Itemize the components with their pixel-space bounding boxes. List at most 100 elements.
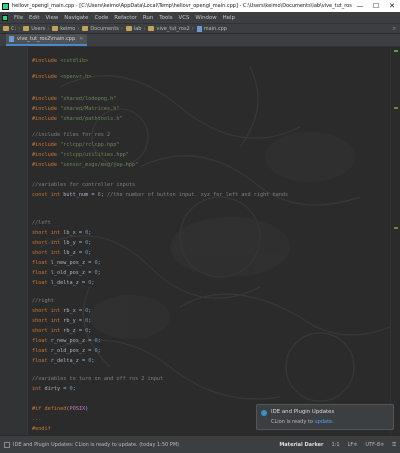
line-number-gutter[interactable]	[0, 47, 28, 435]
code-token: "shared/Matrices.h"	[60, 106, 120, 112]
code-token: short int	[32, 250, 64, 256]
menu-view[interactable]: View	[42, 15, 61, 21]
menu-refactor[interactable]: Refactor	[111, 15, 140, 21]
code-token: ;	[88, 308, 92, 314]
menu-navigate[interactable]: Navigate	[61, 15, 91, 21]
code-line[interactable]: //right	[32, 297, 54, 306]
code-line[interactable]: #include <openvr.h>	[32, 73, 91, 82]
update-link[interactable]: update.	[314, 419, 333, 425]
tab-close-icon[interactable]: ✕	[79, 36, 83, 42]
status-message[interactable]: IDE and Plugin Updates: CLion is ready t…	[13, 442, 275, 448]
code-line[interactable]: float l_new_pos_z = 0;	[32, 259, 101, 268]
code-token: //variables to turn on and off ros 2 inp…	[32, 376, 164, 382]
folder-icon	[52, 26, 59, 31]
tab-main-cpp[interactable]: vive_tut_ros2\main.cpp ✕	[6, 34, 88, 46]
code-token: float	[32, 280, 51, 286]
code-token: l_delta_z =	[50, 280, 89, 286]
code-line[interactable]: const int butt_num = 6; //the number of …	[32, 191, 288, 200]
line-separator[interactable]: LF≑	[344, 442, 362, 448]
status-bar: IDE and Plugin Updates: CLion is ready t…	[0, 435, 400, 453]
title-bar: hellovr_opengl_main.cpp - [C:\Users\keim…	[0, 0, 400, 12]
inspection-ok-indicator[interactable]	[394, 50, 398, 52]
code-content[interactable]: #include <cstdlib> #include <openvr.h> #in…	[32, 47, 388, 435]
code-line[interactable]: #endif	[32, 425, 51, 434]
code-line[interactable]: short int lb_x = 0;	[32, 229, 91, 238]
code-token: r_new_pos_z =	[50, 338, 95, 344]
code-line[interactable]: #include "rclcpp/utilities.hpp"	[32, 151, 129, 160]
code-line[interactable]: //left	[32, 219, 51, 228]
breadcrumb-keimo[interactable]: keimo ›	[49, 26, 79, 32]
menu-edit[interactable]: Edit	[26, 15, 42, 21]
code-token: #include	[32, 58, 61, 64]
code-token: "rclcpp/utilities.hpp"	[60, 152, 129, 158]
code-line[interactable]: float r_old_pos_z = 0;	[32, 347, 101, 356]
code-line[interactable]: #include "shared/pathtools.h"	[32, 115, 123, 124]
code-line[interactable]: short int rb_x = 0;	[32, 307, 91, 316]
code-line[interactable]: //variables for controller inputs	[32, 181, 135, 190]
code-line[interactable]: #if defined(POSIX)	[32, 405, 88, 414]
code-token: <cstdlib>	[60, 58, 89, 64]
code-line[interactable]: short int lb_z = 0;	[32, 249, 91, 258]
breadcrumb-users[interactable]: Users ›	[20, 26, 49, 32]
code-token: ;	[97, 348, 101, 354]
code-token: rb_x =	[63, 308, 86, 314]
code-token: ;	[88, 318, 92, 324]
code-editor[interactable]: #include <cstdlib> #include <openvr.h> #in…	[0, 47, 400, 435]
close-button[interactable]: ✕	[384, 0, 400, 12]
folder-icon	[3, 26, 9, 31]
lock-icon[interactable]: ⚿	[388, 442, 400, 448]
code-line[interactable]: float r_delta_z = 0;	[32, 357, 94, 366]
editor-scrollbar[interactable]	[390, 47, 400, 435]
info-icon	[261, 410, 267, 416]
tool-windows-icon[interactable]	[4, 441, 10, 448]
breadcrumb-documents[interactable]: Documents ›	[79, 26, 123, 32]
code-token: ;	[88, 328, 92, 334]
breadcrumb-drive[interactable]: C: ›	[0, 26, 20, 32]
menu-run[interactable]: Run	[140, 15, 156, 21]
editor-tab-bar: vive_tut_ros2\main.cpp ✕	[0, 34, 400, 47]
warning-marker[interactable]	[394, 107, 398, 109]
code-line[interactable]: //include files for ros 2	[32, 131, 110, 140]
breadcrumb-project[interactable]: vive_tut_ros2 ›	[145, 26, 194, 32]
warning-marker[interactable]	[394, 227, 398, 229]
code-token: #include	[32, 162, 61, 168]
maximize-button[interactable]: ☐	[368, 0, 384, 12]
breadcrumb-lab[interactable]: lab ›	[123, 26, 145, 32]
code-line[interactable]: float r_new_pos_z = 0;	[32, 337, 101, 346]
code-line[interactable]: short int rb_y = 0;	[32, 317, 91, 326]
code-token: rb_y =	[63, 318, 86, 324]
file-encoding[interactable]: UTF-8≑	[361, 442, 388, 448]
code-line[interactable]: #include "shared/Matrices.h"	[32, 105, 119, 114]
cursor-position[interactable]: 1:1	[328, 442, 344, 448]
menu-tools[interactable]: Tools	[156, 15, 175, 21]
breadcrumb-file[interactable]: main.cpp	[194, 25, 227, 32]
code-line[interactable]: #include "sensor_msgs/msg/joy.hpp"	[32, 161, 138, 170]
search-everywhere-icon[interactable]: ⌕	[393, 25, 396, 33]
code-token: //include files for ros 2	[32, 132, 111, 138]
code-line[interactable]: ...	[32, 415, 41, 424]
menu-vcs[interactable]: VCS	[176, 15, 193, 21]
code-line[interactable]: float l_old_pos_z = 0;	[32, 269, 101, 278]
code-line[interactable]: float l_delta_z = 0;	[32, 279, 94, 288]
update-notification[interactable]: IDE and Plugin Updates CLion is ready to…	[256, 404, 394, 430]
code-token: ...	[32, 416, 42, 422]
minimize-button[interactable]: —	[352, 0, 368, 12]
theme-indicator[interactable]: Material Darker	[275, 442, 327, 448]
window-title: hellovr_opengl_main.cpp - [C:\Users\keim…	[12, 3, 352, 9]
menu-help[interactable]: Help	[220, 15, 238, 21]
code-line[interactable]: short int lb_y = 0;	[32, 239, 91, 248]
code-line[interactable]: short int rb_z = 0;	[32, 327, 91, 336]
code-line[interactable]: //variables to turn on and off ros 2 inp…	[32, 375, 163, 384]
menu-window[interactable]: Window	[192, 15, 219, 21]
code-line[interactable]: #include "shared/lodepng.h"	[32, 95, 116, 104]
menu-code[interactable]: Code	[91, 15, 111, 21]
code-token: short int	[32, 308, 64, 314]
code-line[interactable]: #include "rclcpp/rclcpp.hpp"	[32, 141, 119, 150]
menu-file[interactable]: File	[11, 15, 26, 21]
code-token: ;	[97, 260, 101, 266]
code-line[interactable]: int dirty = 0;	[32, 385, 76, 394]
code-token: #include	[32, 106, 61, 112]
code-token: //the number of button input. xyz for le…	[106, 192, 289, 198]
code-line[interactable]: #include <cstdlib>	[32, 57, 88, 66]
clion-app-icon	[2, 2, 9, 10]
